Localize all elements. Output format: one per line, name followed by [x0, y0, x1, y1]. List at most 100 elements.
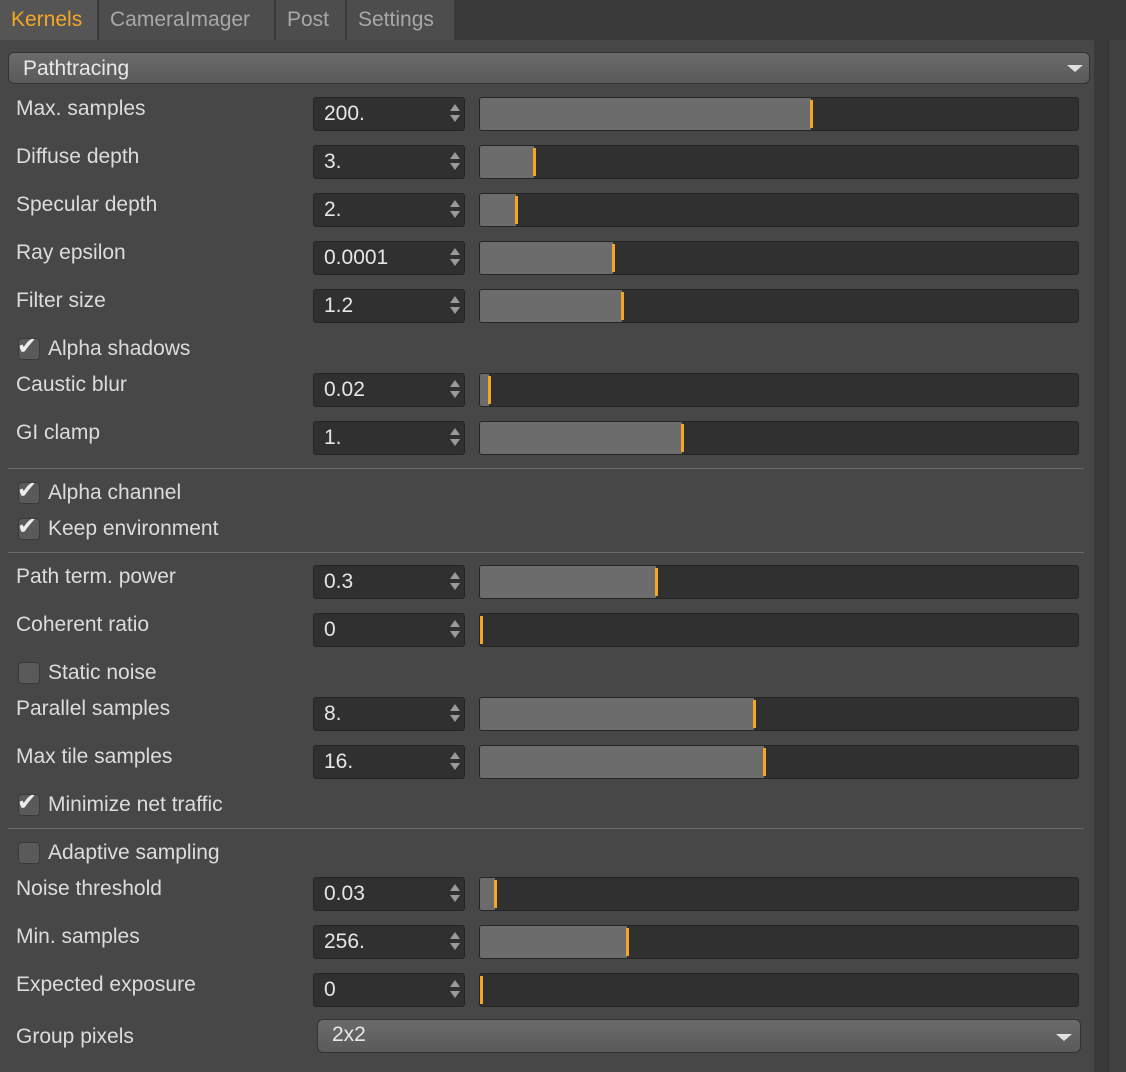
spinner-arrows-icon[interactable] — [450, 248, 460, 268]
pathtracing-section-dropdown[interactable]: Pathtracing — [8, 52, 1090, 84]
spinner-up-icon[interactable] — [450, 380, 460, 387]
diffuse-depth-input[interactable]: 3. — [313, 145, 465, 179]
spinner-arrows-icon[interactable] — [450, 296, 460, 316]
spinner-arrows-icon[interactable] — [450, 620, 460, 640]
divider — [8, 828, 1084, 829]
ray-epsilon-input[interactable]: 0.0001 — [313, 241, 465, 275]
spinner-down-icon[interactable] — [450, 895, 460, 902]
min-samples-slider[interactable] — [479, 925, 1079, 959]
coherent-ratio-input[interactable]: 0 — [313, 613, 465, 647]
diffuse-depth-slider[interactable] — [479, 145, 1079, 179]
spinner-down-icon[interactable] — [450, 763, 460, 770]
spinner-down-icon[interactable] — [450, 991, 460, 998]
caustic-blur-input[interactable]: 0.02 — [313, 373, 465, 407]
spinner-down-icon[interactable] — [450, 439, 460, 446]
gi-clamp-value: 1. — [324, 426, 342, 449]
spinner-up-icon[interactable] — [450, 572, 460, 579]
spinner-down-icon[interactable] — [450, 259, 460, 266]
slider-handle[interactable] — [488, 376, 491, 404]
min-samples-input[interactable]: 256. — [313, 925, 465, 959]
slider-handle[interactable] — [515, 196, 518, 224]
noise-threshold-input[interactable]: 0.03 — [313, 877, 465, 911]
slider-handle[interactable] — [681, 424, 684, 452]
coherent-ratio-slider[interactable] — [479, 613, 1079, 647]
spinner-up-icon[interactable] — [450, 152, 460, 159]
spinner-arrows-icon[interactable] — [450, 200, 460, 220]
expected-exposure-slider[interactable] — [479, 973, 1079, 1007]
spinner-up-icon[interactable] — [450, 980, 460, 987]
noise-threshold-slider[interactable] — [479, 877, 1079, 911]
slider-handle[interactable] — [753, 700, 756, 728]
max-tile-samples-slider[interactable] — [479, 745, 1079, 779]
tab-settings[interactable]: Settings — [347, 0, 455, 40]
parallel-samples-input[interactable]: 8. — [313, 697, 465, 731]
spinner-down-icon[interactable] — [450, 943, 460, 950]
spinner-arrows-icon[interactable] — [450, 932, 460, 952]
spinner-up-icon[interactable] — [450, 200, 460, 207]
spinner-arrows-icon[interactable] — [450, 104, 460, 124]
spinner-up-icon[interactable] — [450, 428, 460, 435]
specular-depth-input[interactable]: 2. — [313, 193, 465, 227]
spinner-down-icon[interactable] — [450, 583, 460, 590]
gi-clamp-slider[interactable] — [479, 421, 1079, 455]
static-noise-checkbox[interactable] — [18, 662, 40, 684]
slider-handle[interactable] — [763, 748, 766, 776]
chevron-down-icon — [1056, 1034, 1072, 1041]
slider-handle[interactable] — [480, 616, 483, 644]
slider-handle[interactable] — [612, 244, 615, 272]
spinner-down-icon[interactable] — [450, 307, 460, 314]
spinner-down-icon[interactable] — [450, 715, 460, 722]
spinner-arrows-icon[interactable] — [450, 752, 460, 772]
gi-clamp-input[interactable]: 1. — [313, 421, 465, 455]
slider-handle[interactable] — [626, 928, 629, 956]
slider-handle[interactable] — [533, 148, 536, 176]
caustic-blur-slider[interactable] — [479, 373, 1079, 407]
slider-fill — [480, 566, 656, 598]
adaptive-sampling-checkbox[interactable] — [18, 842, 40, 864]
filter-size-input[interactable]: 1.2 — [313, 289, 465, 323]
slider-handle[interactable] — [810, 100, 813, 128]
spinner-up-icon[interactable] — [450, 296, 460, 303]
group-pixels-dropdown[interactable]: 2x2 — [317, 1019, 1081, 1053]
noise-threshold-value: 0.03 — [324, 882, 365, 905]
slider-handle[interactable] — [494, 880, 497, 908]
slider-handle[interactable] — [621, 292, 624, 320]
spinner-arrows-icon[interactable] — [450, 380, 460, 400]
spinner-arrows-icon[interactable] — [450, 572, 460, 592]
parallel-samples-slider[interactable] — [479, 697, 1079, 731]
parallel-samples-label: Parallel samples — [16, 697, 171, 720]
slider-handle[interactable] — [480, 976, 483, 1004]
max-samples-input[interactable]: 200. — [313, 97, 465, 131]
tab-kernels[interactable]: Kernels — [0, 0, 98, 40]
expected-exposure-input[interactable]: 0 — [313, 973, 465, 1007]
ray-epsilon-slider[interactable] — [479, 241, 1079, 275]
min-samples-label: Min. samples — [16, 925, 140, 948]
spinner-arrows-icon[interactable] — [450, 428, 460, 448]
max-samples-slider[interactable] — [479, 97, 1079, 131]
spinner-up-icon[interactable] — [450, 884, 460, 891]
spinner-arrows-icon[interactable] — [450, 884, 460, 904]
spinner-down-icon[interactable] — [450, 115, 460, 122]
spinner-down-icon[interactable] — [450, 163, 460, 170]
spinner-arrows-icon[interactable] — [450, 152, 460, 172]
tab-cameraimager[interactable]: CameraImager — [99, 0, 275, 40]
spinner-down-icon[interactable] — [450, 631, 460, 638]
tab-post[interactable]: Post — [276, 0, 346, 40]
spinner-up-icon[interactable] — [450, 620, 460, 627]
spinner-up-icon[interactable] — [450, 248, 460, 255]
path-term-power-input[interactable]: 0.3 — [313, 565, 465, 599]
max-tile-samples-input[interactable]: 16. — [313, 745, 465, 779]
spinner-arrows-icon[interactable] — [450, 704, 460, 724]
spinner-up-icon[interactable] — [450, 104, 460, 111]
spinner-up-icon[interactable] — [450, 752, 460, 759]
scrollbar[interactable] — [1108, 40, 1126, 1072]
spinner-arrows-icon[interactable] — [450, 980, 460, 1000]
spinner-down-icon[interactable] — [450, 211, 460, 218]
filter-size-slider[interactable] — [479, 289, 1079, 323]
specular-depth-slider[interactable] — [479, 193, 1079, 227]
spinner-down-icon[interactable] — [450, 391, 460, 398]
spinner-up-icon[interactable] — [450, 704, 460, 711]
spinner-up-icon[interactable] — [450, 932, 460, 939]
path-term-power-slider[interactable] — [479, 565, 1079, 599]
slider-handle[interactable] — [655, 568, 658, 596]
